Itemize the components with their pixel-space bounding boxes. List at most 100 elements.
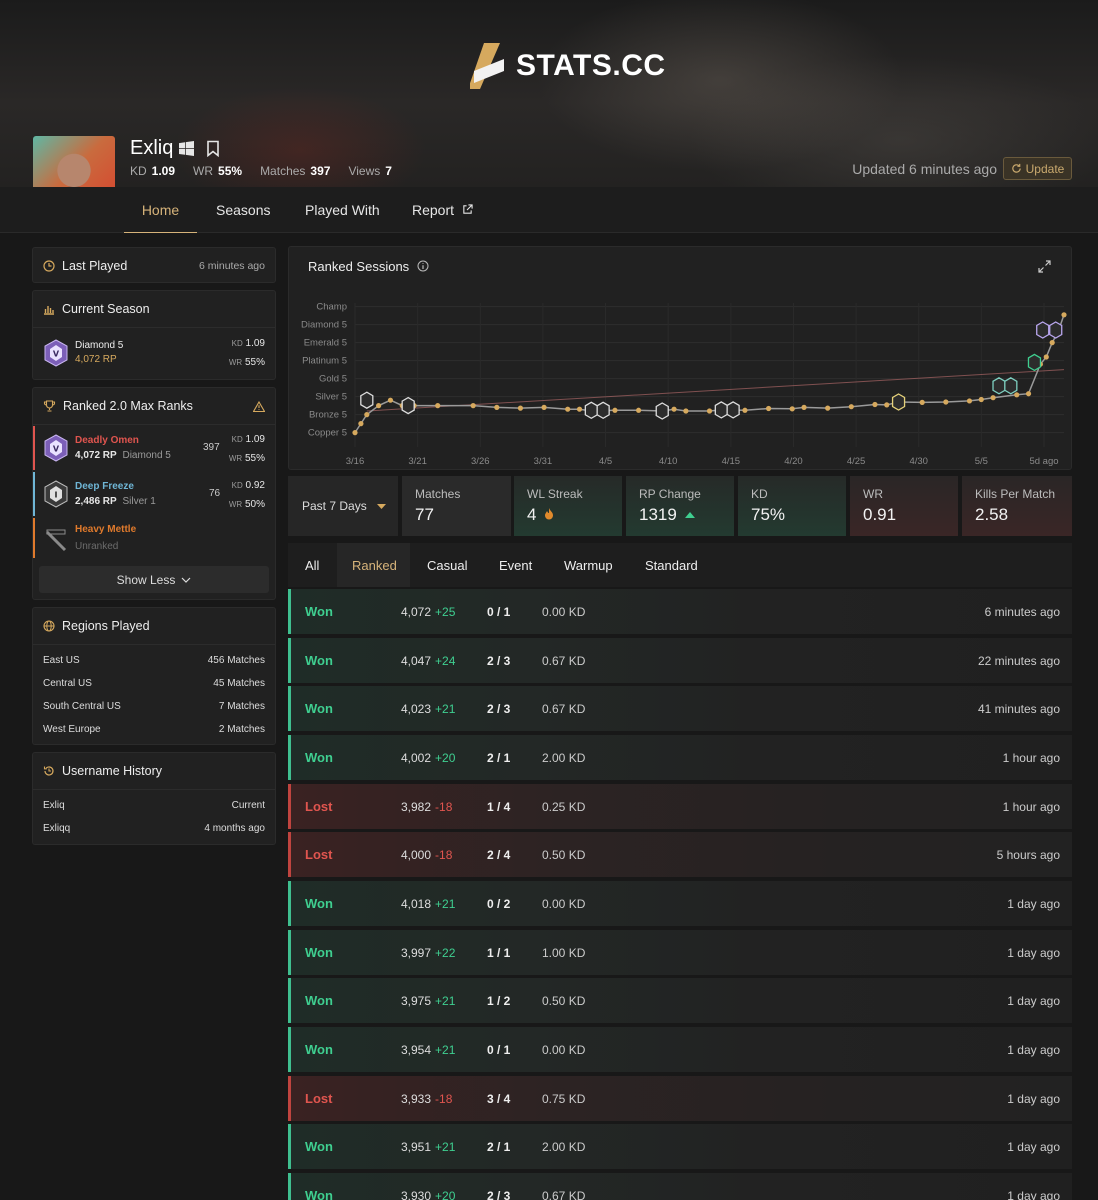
tab-home[interactable]: Home xyxy=(124,187,197,233)
max-rank-item[interactable]: I Deep Freeze 2,486 RP Silver 1 76 KD 0.… xyxy=(33,472,275,516)
match-result: Won xyxy=(305,1139,333,1154)
match-result: Won xyxy=(305,1042,333,1057)
match-row[interactable]: Won 4,018 +21 0 / 2 0.00 KD 1 day ago xyxy=(288,881,1072,926)
match-time: 1 day ago xyxy=(1007,1139,1060,1154)
username-history-title: Username History xyxy=(62,764,163,778)
match-result: Won xyxy=(305,945,333,960)
match-row[interactable]: Won 3,954 +21 0 / 1 0.00 KD 1 day ago xyxy=(288,1027,1072,1072)
tab-played-with[interactable]: Played With xyxy=(305,187,380,233)
y-tick-label: Emerald 5 xyxy=(304,338,347,349)
data-point xyxy=(848,404,854,410)
data-point xyxy=(765,405,772,412)
max-rank-wr: WR 55% xyxy=(228,453,265,464)
regions-header: Regions Played xyxy=(33,608,275,645)
data-point xyxy=(1061,312,1067,318)
max-rank-item[interactable]: V Deadly Omen 4,072 RP Diamond 5 397 KD … xyxy=(33,426,275,470)
data-point xyxy=(1014,392,1020,398)
match-result: Won xyxy=(305,1188,333,1200)
filter-event[interactable]: Event xyxy=(499,558,532,573)
logo-text: STATS.CC xyxy=(516,49,666,82)
rank-badge-marker xyxy=(1027,353,1042,372)
match-kd-ratio: 0.00 KD xyxy=(542,604,586,619)
info-icon[interactable] xyxy=(417,260,429,272)
show-less-button[interactable]: Show Less xyxy=(39,566,269,593)
data-point xyxy=(1043,354,1049,360)
unranked-icon xyxy=(45,529,67,552)
match-kills-deaths: 2 / 3 xyxy=(487,701,511,716)
match-row[interactable]: Won 4,002 +20 2 / 1 2.00 KD 1 hour ago xyxy=(288,735,1072,780)
profile-nav: Home Seasons Played With Report xyxy=(0,187,1098,233)
y-tick-label: Gold 5 xyxy=(319,374,347,385)
warning-icon[interactable] xyxy=(253,400,265,412)
show-less-label: Show Less xyxy=(116,572,176,587)
logo-mark-icon xyxy=(470,43,504,89)
match-kills-deaths: 1 / 2 xyxy=(487,993,511,1008)
match-kd-ratio: 0.00 KD xyxy=(542,896,586,911)
match-row[interactable]: Lost 4,000 -18 2 / 4 0.50 KD 5 hours ago xyxy=(288,832,1072,877)
match-row[interactable]: Won 4,072 +25 0 / 1 0.00 KD 6 minutes ago xyxy=(288,589,1072,634)
match-row[interactable]: Lost 3,982 -18 1 / 4 0.25 KD 1 hour ago xyxy=(288,784,1072,829)
data-point xyxy=(470,403,476,409)
match-row[interactable]: Won 3,951 +21 2 / 1 2.00 KD 1 day ago xyxy=(288,1124,1072,1169)
ranked-sessions-chart[interactable]: Copper 5 Bronze 5 Silver 5 Gold 5 Platinum 5… xyxy=(289,287,1073,471)
expand-icon[interactable] xyxy=(1038,260,1051,273)
match-time: 1 hour ago xyxy=(1002,799,1060,814)
stat-value-wrap: 4 xyxy=(527,505,609,525)
last-played-value: 6 minutes ago xyxy=(199,259,265,272)
match-result: Lost xyxy=(305,799,333,814)
rank-badge-marker xyxy=(1036,321,1050,339)
match-row[interactable]: Won 4,023 +21 2 / 3 0.67 KD 41 minutes ag… xyxy=(288,686,1072,731)
match-kd-ratio: 0.00 KD xyxy=(542,1042,586,1057)
regions-card: Regions Played East US 456 Matches Centra… xyxy=(32,607,276,745)
match-row[interactable]: Won 4,047 +24 2 / 3 0.67 KD 22 minutes ag… xyxy=(288,638,1072,683)
filter-standard[interactable]: Standard xyxy=(645,558,698,573)
data-point xyxy=(919,399,925,405)
x-tick-label: 3/26 xyxy=(471,456,490,467)
tab-seasons[interactable]: Seasons xyxy=(216,187,270,233)
max-rank-season: Deadly Omen xyxy=(75,435,139,446)
data-point xyxy=(1025,391,1032,397)
x-tick-label: 4/15 xyxy=(722,456,741,467)
stat-value: 75% xyxy=(751,505,786,524)
x-tick-label: 4/20 xyxy=(784,456,803,467)
player-summary-stats: KD 1.09 WR 55% Matches 397 Views 7 xyxy=(130,164,392,178)
stat-rp-change: RP Change 1319 xyxy=(626,476,734,536)
update-button[interactable]: Update xyxy=(1003,157,1072,180)
match-row[interactable]: Won 3,975 +21 1 / 2 0.50 KD 1 day ago xyxy=(288,978,1072,1023)
match-row[interactable]: Lost 3,933 -18 3 / 4 0.75 KD 1 day ago xyxy=(288,1076,1072,1121)
data-point xyxy=(1049,340,1055,346)
match-time: 5 hours ago xyxy=(996,847,1060,862)
y-tick-label: Copper 5 xyxy=(308,428,347,439)
stat-label: WL Streak xyxy=(527,487,583,501)
match-time: 1 day ago xyxy=(1007,993,1060,1008)
data-point xyxy=(376,403,382,409)
filter-casual[interactable]: Casual xyxy=(427,558,467,573)
match-kills-deaths: 0 / 1 xyxy=(487,604,511,619)
player-wr-stat: WR 55% xyxy=(193,164,243,178)
match-kd-ratio: 0.67 KD xyxy=(542,701,586,716)
stat-wl-streak: WL Streak 4 xyxy=(514,476,622,536)
match-result: Won xyxy=(305,653,333,668)
match-row[interactable]: Won 3,930 +20 2 / 3 0.67 KD 1 day ago xyxy=(288,1173,1072,1200)
diamond-rank-icon: V xyxy=(44,339,68,367)
match-result: Won xyxy=(305,993,333,1008)
tab-report-label: Report xyxy=(412,202,455,218)
match-rp: 3,982 -18 xyxy=(401,799,453,814)
chart-title-text: Ranked Sessions xyxy=(308,259,410,274)
filter-ranked[interactable]: Ranked xyxy=(352,558,397,573)
site-logo[interactable]: STATS.CC xyxy=(470,40,666,92)
rank-badge-marker xyxy=(584,401,598,420)
match-result: Lost xyxy=(305,1091,333,1106)
filter-all[interactable]: All xyxy=(305,558,319,573)
filter-warmup[interactable]: Warmup xyxy=(564,558,613,573)
bookmark-icon[interactable] xyxy=(206,140,220,157)
x-tick-label: 5/5 xyxy=(975,456,988,467)
max-rank-item[interactable]: Heavy Mettle Unranked xyxy=(33,518,275,558)
period-dropdown[interactable]: Past 7 Days xyxy=(288,476,398,536)
max-rank-detail: 4,072 RP Diamond 5 xyxy=(75,450,171,461)
match-row[interactable]: Won 3,997 +22 1 / 1 1.00 KD 1 day ago xyxy=(288,930,1072,975)
data-point xyxy=(683,408,689,414)
data-point xyxy=(978,396,984,403)
max-ranks-card: Ranked 2.0 Max Ranks V Deadly Omen 4,072… xyxy=(32,387,276,600)
tab-report[interactable]: Report xyxy=(412,187,473,233)
